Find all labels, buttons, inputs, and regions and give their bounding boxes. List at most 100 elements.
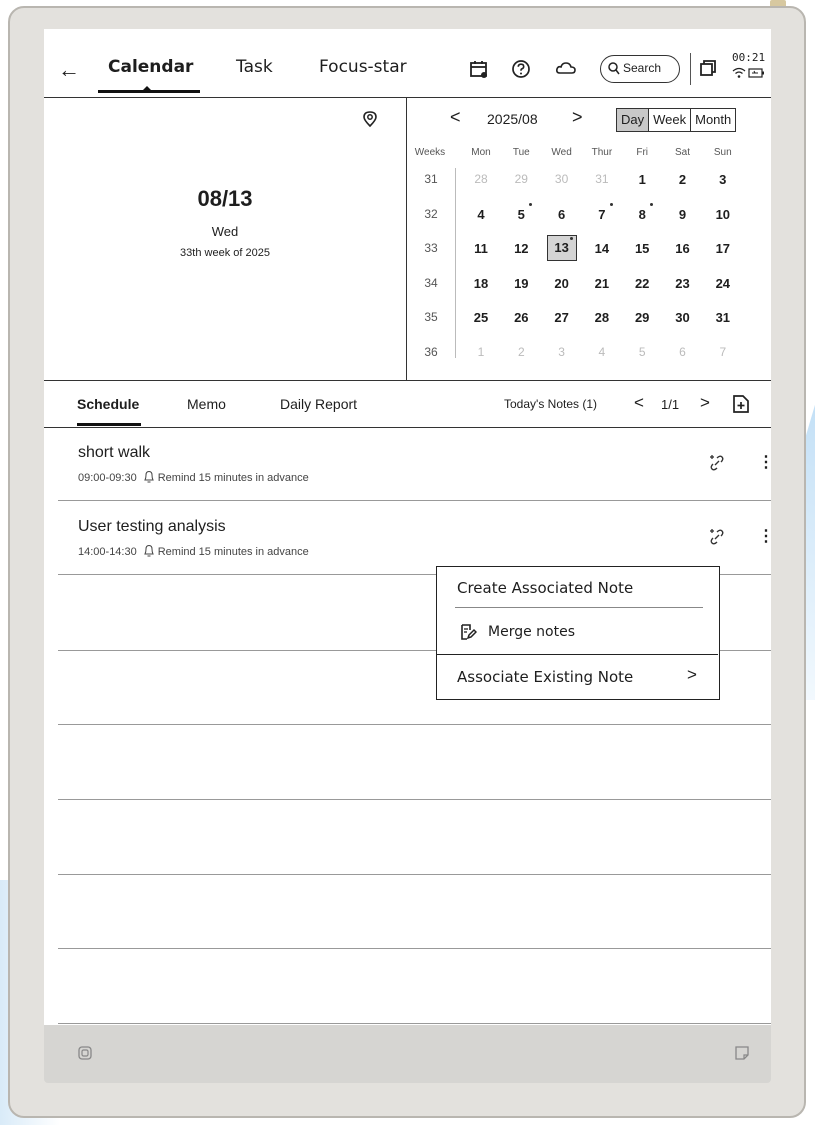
link-note-icon[interactable] [708, 528, 726, 546]
calendar-day[interactable]: 5 [501, 207, 541, 222]
calendar-day[interactable]: 28 [582, 310, 622, 325]
calendar-day[interactable]: 1 [461, 345, 501, 359]
month-label: 2025/08 [487, 111, 538, 127]
back-arrow-icon[interactable]: ← [58, 59, 80, 81]
next-month-button[interactable]: > [572, 107, 583, 128]
weekday-header: Tue [512, 147, 530, 158]
calendar-day[interactable]: 7 [582, 207, 622, 222]
search-button[interactable]: Search [600, 55, 680, 83]
calendar-day[interactable]: 2 [501, 345, 541, 359]
calendar-day[interactable]: 18 [461, 276, 501, 291]
empty-row-line [58, 799, 771, 800]
window-switch-icon[interactable] [699, 59, 717, 77]
menu-create-associated-note[interactable]: Create Associated Note [457, 579, 633, 597]
todays-notes-count[interactable]: Today's Notes (1) [504, 397, 597, 411]
multitask-icon[interactable] [77, 1045, 93, 1061]
calendar-day[interactable]: 31 [582, 172, 622, 186]
calendar-day[interactable]: 20 [542, 276, 582, 291]
tab-task[interactable]: Task [236, 57, 273, 77]
tab-calendar[interactable]: Calendar [108, 57, 193, 77]
more-options-icon[interactable]: ⋮ [758, 452, 771, 472]
calendar-day[interactable]: 3 [703, 172, 743, 187]
event-title: short walk [78, 444, 151, 461]
calendar-day[interactable]: 17 [703, 241, 743, 256]
week-of-year: 33th week of 2025 [180, 247, 270, 259]
selected-date: 08/13 [197, 186, 253, 211]
calendar-day[interactable]: 3 [542, 345, 582, 359]
help-icon[interactable] [511, 59, 531, 79]
event-details: 09:00-09:30 Remind 15 minutes in advance [78, 470, 309, 484]
calendar-day[interactable]: 1 [622, 172, 662, 187]
calendar-day[interactable]: 28 [461, 172, 501, 186]
calendar-day[interactable]: 9 [663, 207, 703, 222]
calendar-day[interactable]: 14 [582, 241, 622, 256]
calendar-add-icon[interactable] [469, 59, 489, 79]
calendar-day[interactable]: 7 [703, 345, 743, 359]
merge-notes-icon [461, 624, 477, 640]
tab-focus-star[interactable]: Focus-star [319, 57, 407, 77]
calendar-day[interactable]: 8 [622, 207, 662, 222]
event-indicator-dot [650, 202, 654, 206]
calendar-day[interactable]: 2 [663, 172, 703, 187]
event-indicator-dot [529, 202, 533, 206]
weeks-divider [455, 168, 456, 358]
event-time: 14:00-14:30 [78, 546, 137, 558]
calendar-day[interactable]: 16 [663, 241, 703, 256]
note-context-menu: Create Associated Note Merge notes Assoc… [436, 566, 720, 700]
calendar-day[interactable]: 31 [703, 310, 743, 325]
calendar-day[interactable]: 10 [703, 207, 743, 222]
view-day-button[interactable]: Day [617, 109, 649, 131]
calendar-day[interactable]: 11 [461, 241, 501, 256]
calendar-day[interactable]: 27 [542, 310, 582, 325]
calendar-day[interactable]: 26 [501, 310, 541, 325]
view-week-button[interactable]: Week [648, 109, 690, 131]
calendar-day[interactable]: 22 [622, 276, 662, 291]
bell-icon [143, 470, 154, 483]
calendar-day[interactable]: 6 [663, 345, 703, 359]
prev-month-button[interactable]: < [450, 107, 461, 128]
chevron-right-icon[interactable]: > [687, 665, 697, 685]
month-calendar: < 2025/08 > Day Week Month Weeks Mon Tue W… [407, 98, 771, 380]
calendar-day[interactable]: 29 [622, 310, 662, 325]
screen: ← Calendar Task Focus-star Search 00:21 … [44, 29, 771, 1025]
calendar-day[interactable]: 4 [582, 345, 622, 359]
calendar-day[interactable]: 30 [542, 172, 582, 186]
add-note-icon[interactable] [732, 394, 750, 414]
next-page-button[interactable]: > [700, 393, 710, 413]
sync-cloud-icon[interactable] [555, 59, 577, 79]
top-navigation-bar: ← Calendar Task Focus-star Search 00:21 [44, 29, 771, 98]
search-label: Search [623, 61, 662, 75]
calendar-day[interactable]: 25 [461, 310, 501, 325]
calendar-day[interactable]: 29 [501, 172, 541, 186]
event-time: 09:00-09:30 [78, 472, 137, 484]
menu-associate-existing-note[interactable]: Associate Existing Note [457, 668, 633, 686]
menu-merge-notes[interactable]: Merge notes [488, 624, 575, 640]
location-pin-icon[interactable] [362, 110, 378, 128]
calendar-day[interactable]: 30 [663, 310, 703, 325]
week-number: 31 [424, 172, 438, 186]
calendar-day[interactable]: 12 [501, 241, 541, 256]
calendar-day[interactable]: 19 [501, 276, 541, 291]
calendar-day[interactable]: 6 [542, 207, 582, 222]
event-row[interactable]: short walk 09:00-09:30 Remind 15 minutes … [58, 428, 771, 501]
calendar-day[interactable]: 23 [663, 276, 703, 291]
schedule-tabs-bar: Schedule Memo Daily Report Today's Notes… [44, 381, 771, 428]
link-note-icon[interactable] [708, 454, 726, 472]
calendar-day[interactable]: 4 [461, 207, 501, 222]
calendar-day[interactable]: 15 [622, 241, 662, 256]
weekday-header: Sun [713, 147, 732, 158]
event-row[interactable]: User testing analysis 14:00-14:30 Remind … [58, 501, 771, 575]
tab-memo[interactable]: Memo [187, 396, 226, 412]
note-shortcut-icon[interactable] [734, 1045, 750, 1061]
calendar-day[interactable]: 24 [703, 276, 743, 291]
view-month-button[interactable]: Month [690, 109, 735, 131]
battery-icon [748, 68, 764, 78]
prev-page-button[interactable]: < [634, 393, 644, 413]
calendar-day[interactable]: 5 [622, 345, 662, 359]
tab-schedule[interactable]: Schedule [77, 396, 139, 412]
week-number: 36 [424, 344, 438, 359]
weekday-header: Wed [551, 147, 572, 158]
tab-daily-report[interactable]: Daily Report [280, 396, 357, 412]
more-options-icon[interactable]: ⋮ [758, 526, 771, 546]
calendar-day[interactable]: 21 [582, 276, 622, 291]
